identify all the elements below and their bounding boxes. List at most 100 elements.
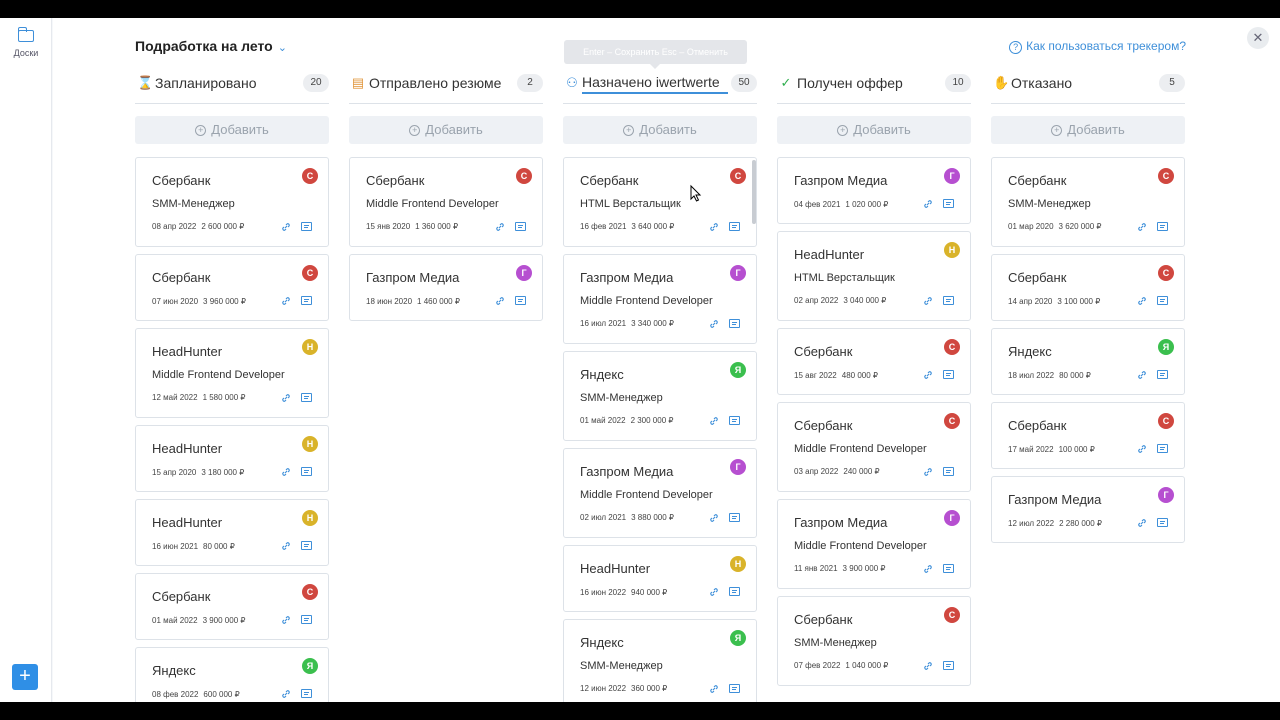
link-icon[interactable] (281, 296, 291, 306)
link-icon[interactable] (1137, 370, 1147, 380)
vacancy-card[interactable]: Яндекс Я SMM-Менеджер 12 июн 2022 360 000… (563, 619, 757, 702)
vacancy-card[interactable]: Сбербанк С 01 май 2022 3 900 000 ₽ (135, 573, 329, 640)
comment-icon[interactable] (729, 587, 740, 596)
vacancy-card[interactable]: Сбербанк С 15 авг 2022 480 000 ₽ (777, 328, 971, 395)
vacancy-card[interactable]: Сбербанк С SMM-Менеджер 01 мар 2020 3 620… (991, 157, 1185, 247)
link-icon[interactable] (923, 370, 933, 380)
add-card-button[interactable]: + Добавить (349, 116, 543, 144)
add-card-label: Добавить (211, 122, 269, 137)
comment-icon[interactable] (729, 222, 740, 231)
comment-icon[interactable] (729, 416, 740, 425)
link-icon[interactable] (495, 222, 505, 232)
vacancy-card[interactable]: Газпром Медиа Г Middle Frontend Develope… (563, 254, 757, 344)
vacancy-card[interactable]: Сбербанк С HTML Верстальщик 16 фев 2021 3… (563, 157, 757, 247)
comment-icon[interactable] (1157, 518, 1168, 527)
column-title[interactable]: Отказано (1011, 75, 1072, 91)
link-icon[interactable] (281, 467, 291, 477)
vacancy-card[interactable]: Газпром Медиа Г 18 июн 2020 1 460 000 ₽ (349, 254, 543, 321)
comment-icon[interactable] (943, 296, 954, 305)
link-icon[interactable] (1137, 222, 1147, 232)
vacancy-card[interactable]: Газпром Медиа Г Middle Frontend Develope… (563, 448, 757, 538)
add-board-button[interactable]: + (12, 664, 38, 690)
link-icon[interactable] (1137, 444, 1147, 454)
comment-icon[interactable] (515, 222, 526, 231)
link-icon[interactable] (709, 587, 719, 597)
add-card-button[interactable]: + Добавить (135, 116, 329, 144)
link-icon[interactable] (281, 393, 291, 403)
comment-icon[interactable] (301, 296, 312, 305)
add-card-button[interactable]: + Добавить (991, 116, 1185, 144)
close-button[interactable]: ✕ (1247, 27, 1269, 49)
comment-icon[interactable] (301, 541, 312, 550)
card-list: Сбербанк С SMM-Менеджер 01 мар 2020 3 620… (991, 157, 1185, 550)
vacancy-card[interactable]: Сбербанк С SMM-Менеджер 08 апр 2022 2 600… (135, 157, 329, 247)
link-icon[interactable] (923, 564, 933, 574)
comment-icon[interactable] (301, 222, 312, 231)
vacancy-card[interactable]: Яндекс Я 08 фев 2022 600 000 ₽ (135, 647, 329, 702)
link-icon[interactable] (281, 222, 291, 232)
vacancy-card[interactable]: Сбербанк С 07 июн 2020 3 960 000 ₽ (135, 254, 329, 321)
link-icon[interactable] (709, 684, 719, 694)
link-icon[interactable] (495, 296, 505, 306)
comment-icon[interactable] (301, 467, 312, 476)
vacancy-card[interactable]: Газпром Медиа Г 12 июл 2022 2 280 000 ₽ (991, 476, 1185, 543)
board-title-dropdown[interactable]: Подработка на лето ⌄ (135, 38, 287, 54)
comment-icon[interactable] (301, 393, 312, 402)
comment-icon[interactable] (1157, 370, 1168, 379)
vacancy-card[interactable]: HeadHunter Н 16 июн 2021 80 000 ₽ (135, 499, 329, 566)
column-title-input[interactable] (582, 72, 728, 94)
column-title[interactable]: Запланировано (155, 75, 257, 91)
vacancy-card[interactable]: Сбербанк С SMM-Менеджер 07 фев 2022 1 040… (777, 596, 971, 686)
comment-icon[interactable] (301, 615, 312, 624)
comment-icon[interactable] (301, 689, 312, 698)
comment-icon[interactable] (1157, 444, 1168, 453)
vacancy-card[interactable]: HeadHunter Н HTML Верстальщик 02 апр 202… (777, 231, 971, 321)
comment-icon[interactable] (729, 684, 740, 693)
vacancy-card[interactable]: HeadHunter Н 15 апр 2020 3 180 000 ₽ (135, 425, 329, 492)
link-icon[interactable] (923, 661, 933, 671)
vacancy-card[interactable]: Газпром Медиа Г Middle Frontend Develope… (777, 499, 971, 589)
link-icon[interactable] (709, 222, 719, 232)
comment-icon[interactable] (943, 467, 954, 476)
link-icon[interactable] (1137, 518, 1147, 528)
column-scrollbar[interactable] (752, 160, 756, 224)
link-icon[interactable] (709, 416, 719, 426)
vacancy-card[interactable]: Сбербанк С 14 апр 2020 3 100 000 ₽ (991, 254, 1185, 321)
comment-icon[interactable] (1157, 222, 1168, 231)
vacancy-card[interactable]: Газпром Медиа Г 04 фев 2021 1 020 000 ₽ (777, 157, 971, 224)
column-title[interactable]: Отправлено резюме (369, 75, 501, 91)
add-card-button[interactable]: + Добавить (777, 116, 971, 144)
link-icon[interactable] (923, 296, 933, 306)
card-date: 03 апр 2022 (794, 467, 839, 476)
link-icon[interactable] (709, 513, 719, 523)
vacancy-card[interactable]: Сбербанк С Middle Frontend Developer 03 … (777, 402, 971, 492)
vacancy-card[interactable]: Яндекс Я 18 июл 2022 80 000 ₽ (991, 328, 1185, 395)
vacancy-card[interactable]: Яндекс Я SMM-Менеджер 01 май 2022 2 300 0… (563, 351, 757, 441)
vacancy-card[interactable]: Сбербанк С 17 май 2022 100 000 ₽ (991, 402, 1185, 469)
link-icon[interactable] (281, 689, 291, 699)
link-icon[interactable] (709, 319, 719, 329)
comment-icon[interactable] (943, 199, 954, 208)
comment-icon[interactable] (515, 296, 526, 305)
card-meta: 07 июн 2020 3 960 000 ₽ (152, 297, 246, 306)
comment-icon[interactable] (943, 661, 954, 670)
column-title[interactable]: Получен оффер (797, 75, 903, 91)
link-icon[interactable] (281, 541, 291, 551)
comment-icon[interactable] (943, 564, 954, 573)
link-icon[interactable] (923, 467, 933, 477)
vacancy-card[interactable]: Сбербанк С Middle Frontend Developer 15 … (349, 157, 543, 247)
link-icon[interactable] (281, 615, 291, 625)
add-card-button[interactable]: + Добавить (563, 116, 757, 144)
comment-icon[interactable] (729, 513, 740, 522)
vacancy-card[interactable]: HeadHunter Н Middle Frontend Developer 1… (135, 328, 329, 418)
comment-icon[interactable] (729, 319, 740, 328)
card-meta: 16 июн 2022 940 000 ₽ (580, 588, 667, 597)
vacancy-card[interactable]: HeadHunter Н 16 июн 2022 940 000 ₽ (563, 545, 757, 612)
help-link[interactable]: ? Как пользоваться трекером? (1009, 39, 1186, 54)
link-icon[interactable] (1137, 296, 1147, 306)
comment-icon[interactable] (1157, 296, 1168, 305)
card-date: 04 фев 2021 (794, 200, 841, 209)
link-icon[interactable] (923, 199, 933, 209)
comment-icon[interactable] (943, 370, 954, 379)
sidebar-item-boards[interactable]: Доски (8, 27, 44, 58)
